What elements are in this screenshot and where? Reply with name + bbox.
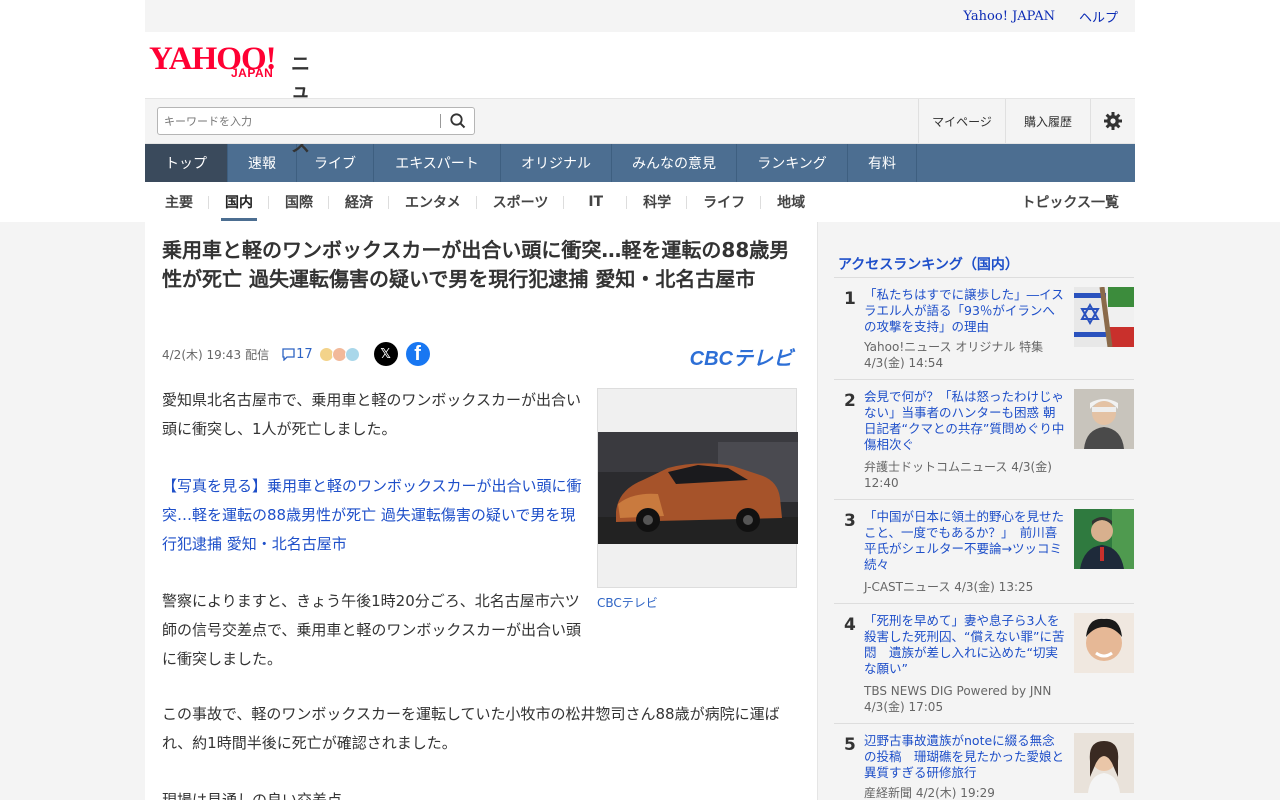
search-icon bbox=[450, 113, 466, 129]
share-buttons: 𝕏 f bbox=[373, 342, 430, 366]
category-domestic[interactable]: 国内 bbox=[209, 182, 269, 222]
article-meta: 4/2(木) 19:43 配信 17 𝕏 f bbox=[162, 342, 430, 366]
rank-number: 3 bbox=[844, 511, 856, 531]
rank-thumbnail bbox=[1074, 733, 1134, 793]
rank-number: 2 bbox=[844, 391, 856, 411]
category-science[interactable]: 科学 bbox=[627, 182, 688, 222]
article-paragraph: 現場は見通しの良い交差点 bbox=[162, 791, 343, 800]
category-it[interactable]: IT bbox=[564, 182, 627, 222]
person-thumbnail bbox=[1074, 509, 1134, 569]
delivery-label: 配信 bbox=[245, 347, 270, 362]
article-paragraph: 愛知県北名古屋市で、乗用車と軽のワンボックスカーが出合い頭に衝突し、1人が死亡し… bbox=[162, 391, 581, 438]
topics-list-link[interactable]: トピックス一覧 bbox=[1021, 182, 1119, 222]
photo-caption: CBCテレビ bbox=[597, 596, 658, 610]
rank-date: 4/3(金) 14:54 bbox=[864, 356, 944, 370]
ranking-item[interactable]: 3 「中国が日本に領土的野心を見せたこと、一度でもあるか？」 前川喜平氏がシェル… bbox=[834, 501, 1134, 604]
article-body-continued: この事故で、軽のワンボックスカーを運転していた小牧市の松井惣司さん88歳が病院に… bbox=[162, 700, 802, 800]
rank-source: 弁護士ドットコムニュース 4/3(金) bbox=[864, 460, 1052, 474]
category-sports[interactable]: スポーツ bbox=[477, 182, 565, 222]
rank-title: 辺野古事故遺族がnoteに綴る無念の投稿 珊瑚礁を見たかった愛娘と異質すぎる研修… bbox=[864, 733, 1065, 780]
account-links: マイページ 購入履歴 bbox=[918, 99, 1135, 143]
rank-number: 5 bbox=[844, 735, 856, 755]
rank-title: 会見で何が？「私は怒ったわけじゃない」当事者のハンターも困惑 朝日記者“クマとの… bbox=[864, 389, 1065, 452]
category-entertainment[interactable]: エンタメ bbox=[389, 182, 477, 222]
category-life[interactable]: ライフ bbox=[687, 182, 762, 222]
search-input[interactable] bbox=[162, 108, 436, 134]
settings-button[interactable] bbox=[1090, 99, 1135, 143]
purchase-history-link[interactable]: 購入履歴 bbox=[1005, 99, 1090, 143]
ranking-item[interactable]: 5 辺野古事故遺族がnoteに綴る無念の投稿 珊瑚礁を見たかった愛娘と異質すぎる… bbox=[834, 725, 1134, 800]
article-paragraph: この事故で、軽のワンボックスカーを運転していた小牧市の松井惣司さん88歳が病院に… bbox=[162, 705, 780, 752]
category-economy[interactable]: 経済 bbox=[329, 182, 389, 222]
article-paragraph: 警察によりますと、きょう午後1時20分ごろ、北名古屋市六ツ師の信号交差点で、乗用… bbox=[162, 592, 581, 668]
category-local[interactable]: 地域 bbox=[761, 182, 821, 222]
search-divider bbox=[440, 114, 441, 128]
ranking-item[interactable]: 1 「私たちはすでに譲歩した」―イスラエル人が語る「93％がイランへの攻撃を支持… bbox=[834, 279, 1134, 380]
yahoo-japan-link[interactable]: Yahoo! JAPAN bbox=[963, 9, 1055, 24]
rank-date: 4/3(金) 17:05 bbox=[864, 700, 944, 714]
nav-top[interactable]: トップ bbox=[145, 144, 228, 182]
rank-source: Yahoo!ニュース オリジナル 特集 bbox=[864, 340, 1044, 354]
rank-title: 「死刑を早めて」妻や息子ら3人を殺害した死刑囚、“償えない罪”に苦悶 遺族が差し… bbox=[864, 613, 1065, 676]
comment-icon bbox=[282, 348, 295, 361]
person-thumbnail bbox=[1074, 613, 1134, 673]
rank-source: J-CASTニュース 4/3(金) 13:25 bbox=[864, 580, 1034, 594]
ranking-item[interactable]: 2 会見で何が？「私は怒ったわけじゃない」当事者のハンターも困惑 朝日記者“クマ… bbox=[834, 381, 1134, 500]
search-box bbox=[157, 107, 475, 135]
article-title: 乗用車と軽のワンボックスカーが出合い頭に衝突…軽を運転の88歳男性が死亡 過失運… bbox=[162, 238, 790, 291]
category-international[interactable]: 国際 bbox=[269, 182, 329, 222]
rank-thumbnail bbox=[1074, 613, 1134, 673]
rank-thumbnail bbox=[1074, 389, 1134, 449]
reaction-icons[interactable] bbox=[318, 346, 360, 362]
rank-title: 「私たちはすでに譲歩した」―イスラエル人が語る「93％がイランへの攻撃を支持」の… bbox=[864, 287, 1064, 334]
rank-thumbnail bbox=[1074, 287, 1134, 347]
x-share-icon[interactable]: 𝕏 bbox=[373, 342, 398, 366]
utility-bar: Yahoo! JAPAN ヘルプ bbox=[145, 0, 1135, 32]
help-link[interactable]: ヘルプ bbox=[1079, 7, 1118, 26]
ranking-sidebar: アクセスランキング（国内） 1 「私たちはすでに譲歩した」―イスラエル人が語る「… bbox=[818, 222, 1135, 800]
car-crash-photo bbox=[598, 432, 798, 544]
person-thumbnail bbox=[1074, 389, 1134, 449]
rank-source: 産経新聞 4/2(木) 19:29 bbox=[864, 786, 995, 800]
comment-link[interactable]: 17 bbox=[281, 347, 313, 362]
facebook-share-icon[interactable]: f bbox=[405, 342, 430, 366]
rank-source: TBS NEWS DIG Powered by JNN bbox=[864, 684, 1052, 698]
rank-number: 4 bbox=[844, 615, 856, 635]
category-main[interactable]: 主要 bbox=[145, 182, 209, 222]
ranking-divider bbox=[834, 277, 1134, 278]
category-nav: 主要 国内 国際 経済 エンタメ スポーツ IT 科学 ライフ 地域 トピックス… bbox=[145, 182, 1135, 222]
nav-opinions[interactable]: みんなの意見 bbox=[612, 144, 737, 182]
rank-date: 12:40 bbox=[864, 476, 899, 490]
search-row: マイページ 購入履歴 bbox=[145, 98, 1135, 144]
article-date: 4/2(木) 19:43 bbox=[162, 347, 242, 362]
nav-original[interactable]: オリジナル bbox=[501, 144, 612, 182]
rank-number: 1 bbox=[844, 289, 856, 309]
mypage-link[interactable]: マイページ bbox=[918, 99, 1005, 143]
nav-breaking[interactable]: 速報 bbox=[228, 144, 297, 182]
nav-expert[interactable]: エキスパート bbox=[374, 144, 501, 182]
article-body: 愛知県北名古屋市で、乗用車と軽のワンボックスカーが出合い頭に衝突し、1人が死亡し… bbox=[162, 386, 582, 702]
nav-ranking[interactable]: ランキング bbox=[737, 144, 848, 182]
rank-thumbnail bbox=[1074, 509, 1134, 569]
ranking-title: アクセスランキング（国内） bbox=[838, 257, 1019, 273]
article: 乗用車と軽のワンボックスカーが出合い頭に衝突…軽を運転の88歳男性が死亡 過失運… bbox=[145, 222, 818, 800]
nav-paid[interactable]: 有料 bbox=[848, 144, 917, 182]
photo-link[interactable]: 【写真を見る】乗用車と軽のワンボックスカーが出合い頭に衝突…軽を運転の88歳男性… bbox=[162, 472, 582, 559]
search-button[interactable] bbox=[448, 111, 468, 131]
reaction-think-icon bbox=[344, 346, 360, 362]
gear-icon bbox=[1104, 112, 1122, 130]
ranking-item[interactable]: 4 「死刑を早めて」妻や息子ら3人を殺害した死刑囚、“償えない罪”に苦悶 遺族が… bbox=[834, 605, 1134, 724]
article-photo[interactable] bbox=[597, 388, 798, 588]
israel-flag-thumbnail bbox=[1074, 287, 1134, 347]
yahoo-news-logo[interactable]: YAHOO! JAPAN ニュース bbox=[149, 43, 310, 157]
rank-title: 「中国が日本に領土的野心を見せたこと、一度でもあるか？」 前川喜平氏がシェルター… bbox=[864, 509, 1065, 572]
header: YAHOO! JAPAN ニュース bbox=[145, 32, 1135, 157]
logo-japan: JAPAN bbox=[231, 66, 274, 80]
person-thumbnail bbox=[1074, 733, 1134, 793]
comment-count: 17 bbox=[296, 346, 313, 362]
publisher-logo[interactable]: CBCテレビ bbox=[690, 342, 793, 371]
